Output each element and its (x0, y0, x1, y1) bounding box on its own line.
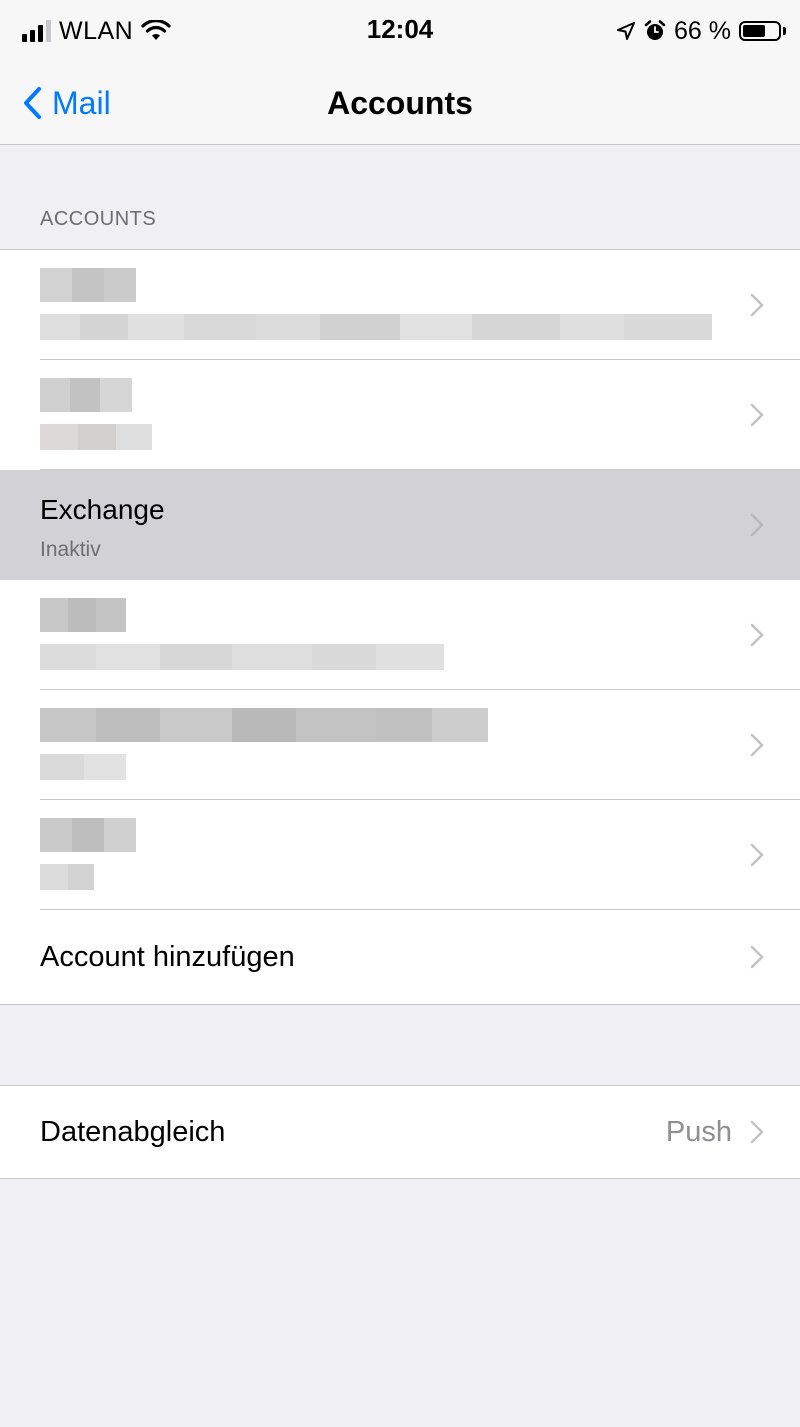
account-row-redacted-4[interactable] (0, 690, 800, 800)
chevron-right-icon (750, 293, 764, 317)
account-row-redacted-1[interactable] (0, 250, 800, 360)
account-status: Inaktiv (40, 538, 101, 561)
battery-cap (783, 27, 786, 35)
redacted-subtitle (40, 424, 152, 450)
chevron-right-icon (750, 843, 764, 867)
account-title: Exchange (40, 494, 165, 525)
status-right: 66 % (616, 14, 786, 48)
redacted-title (40, 378, 132, 412)
sync-group: Datenabgleich Push (0, 1085, 800, 1179)
redacted-title (40, 268, 136, 302)
accounts-list: Exchange Inaktiv Account hinzufügen (0, 249, 800, 1005)
account-row-redacted-5[interactable] (0, 800, 800, 910)
page-title: Accounts (327, 85, 473, 121)
redacted-title (40, 598, 126, 632)
battery-percent: 66 % (674, 16, 731, 45)
chevron-right-icon (750, 403, 764, 427)
account-row-redacted-2[interactable] (0, 360, 800, 470)
alarm-icon (644, 20, 666, 40)
sync-label: Datenabgleich (40, 1115, 226, 1148)
location-icon (617, 22, 636, 40)
chevron-right-icon (750, 623, 764, 647)
sync-value: Push (665, 1115, 732, 1148)
account-row-redacted-3[interactable] (0, 580, 800, 690)
battery-icon (739, 21, 781, 41)
fetch-new-data-row[interactable]: Datenabgleich Push (0, 1086, 800, 1178)
redacted-title (40, 818, 136, 852)
chevron-right-icon (750, 1120, 764, 1144)
chevron-right-icon (750, 513, 764, 537)
status-bar: WLAN 12:04 66 % (0, 0, 800, 62)
redacted-title (40, 708, 488, 742)
section-header-accounts: ACCOUNTS (40, 208, 157, 230)
battery-fill (743, 25, 765, 37)
redacted-subtitle (40, 754, 126, 780)
chevron-right-icon (750, 945, 764, 969)
add-account-row[interactable]: Account hinzufügen (0, 910, 800, 1004)
chevron-right-icon (750, 733, 764, 757)
account-row-exchange[interactable]: Exchange Inaktiv (0, 470, 800, 580)
redacted-subtitle (40, 864, 94, 890)
redacted-subtitle (40, 314, 712, 340)
add-account-label: Account hinzufügen (40, 940, 295, 973)
redacted-subtitle (40, 644, 444, 670)
navigation-bar: Mail Accounts (0, 62, 800, 145)
